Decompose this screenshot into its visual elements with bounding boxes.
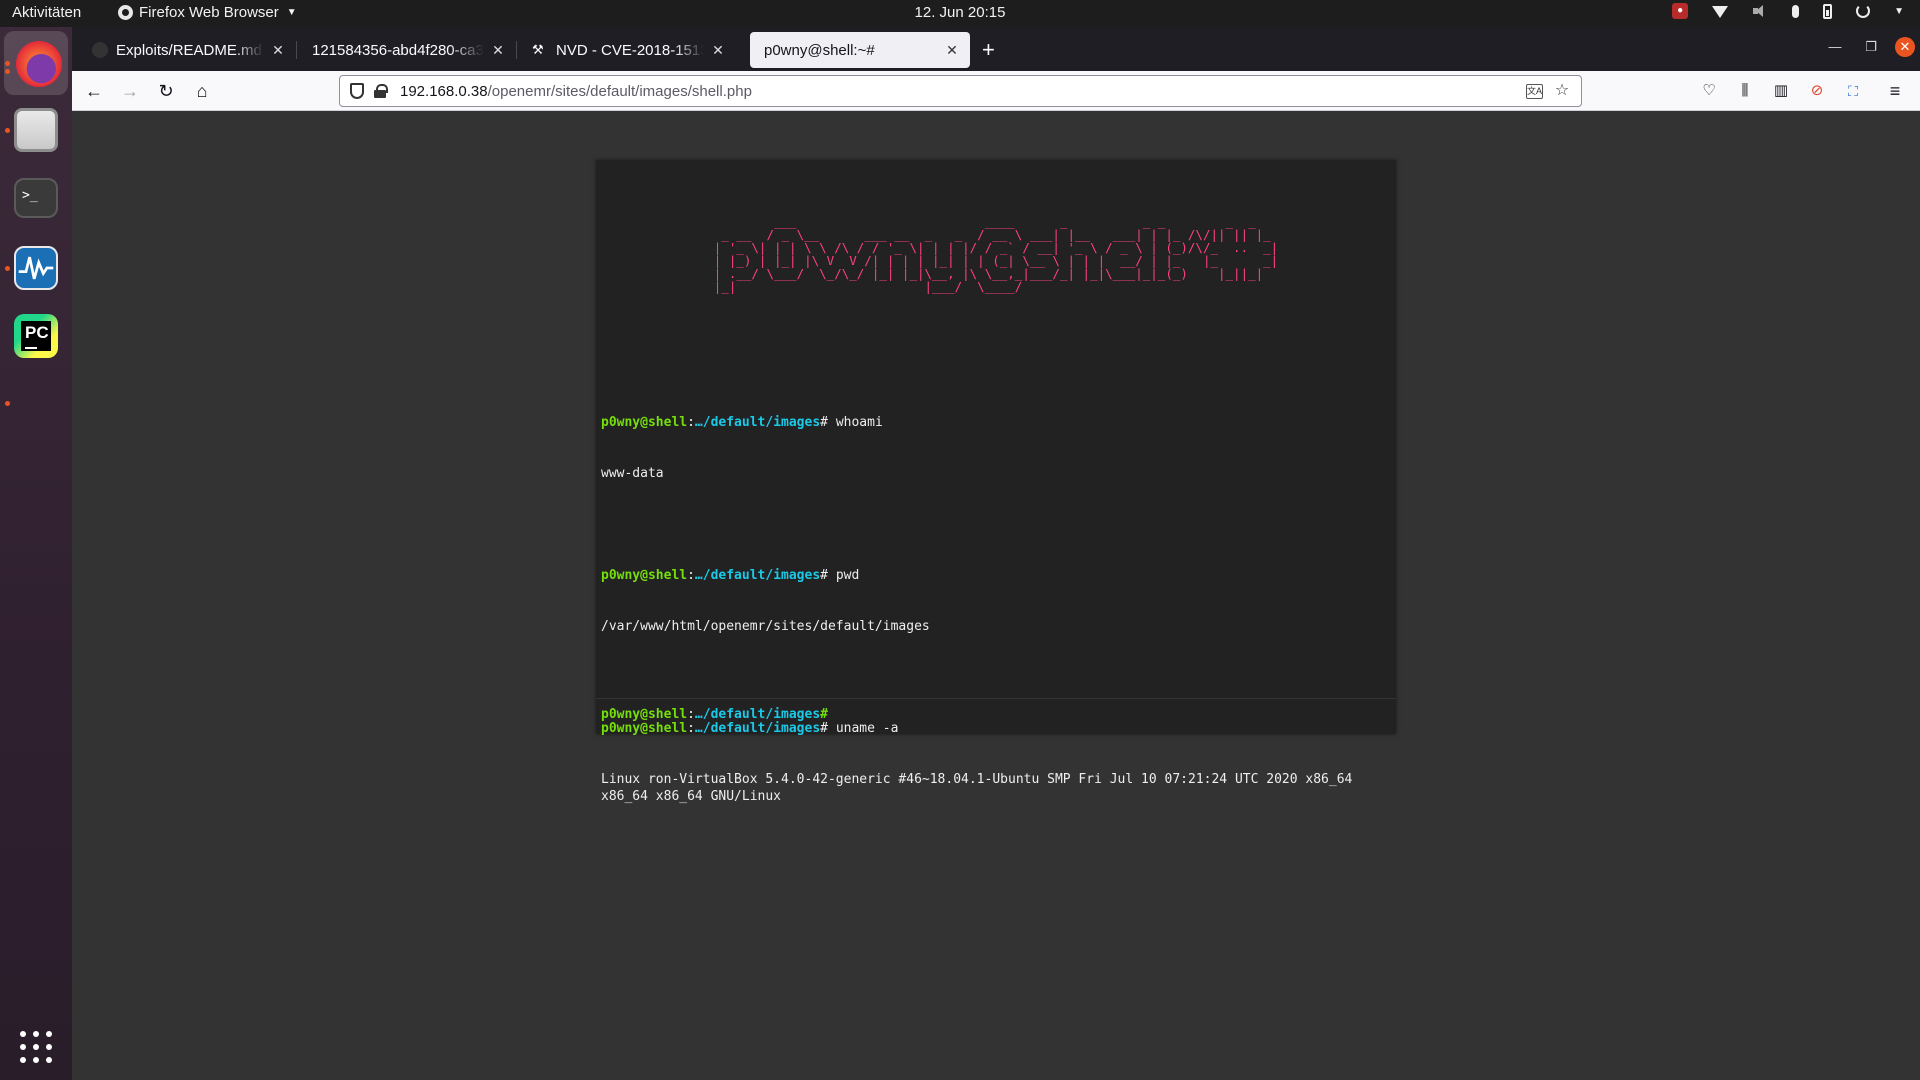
pycharm-icon: PC — [21, 321, 51, 351]
bookmark-star-icon[interactable]: ☆ — [1553, 82, 1571, 100]
translate-extension-icon[interactable]: ⛶ — [1841, 79, 1865, 103]
show-applications-icon[interactable] — [20, 1031, 52, 1063]
firefox-icon — [16, 41, 62, 87]
screen-recorder-icon[interactable]: ● — [1672, 3, 1689, 19]
running-indicator — [5, 61, 10, 66]
dock-pycharm[interactable]: PC — [14, 314, 58, 358]
wifi-icon[interactable] — [1712, 6, 1729, 18]
dock-terminal[interactable]: >_ — [14, 178, 58, 218]
dock: >_ PC — [0, 27, 72, 1080]
activity-graph-icon — [18, 256, 54, 280]
minimize-icon[interactable]: — — [1825, 37, 1845, 57]
prompt-user: p0wny@shell — [601, 707, 688, 722]
prompt-user: p0wny@shell — [601, 415, 688, 430]
activities-button[interactable]: Aktivitäten — [12, 4, 81, 21]
shell-command-line: p0wny@shell:…/default/images# whoami — [601, 415, 883, 430]
shell-command-line: p0wny@shell:…/default/images# pwd — [601, 568, 860, 583]
tab-title: Exploits/README.md at master — [116, 41, 264, 59]
shell-banner: ___ ____ _ _ _ _ _ _ __ / _ \__ ___ __ _… — [713, 214, 1279, 294]
microphone-icon[interactable] — [1792, 4, 1800, 18]
insecure-lock-icon[interactable] — [374, 84, 388, 98]
navigation-toolbar: ← → ↻ ⌂ 192.168.0.38/openemr/sites/defau… — [72, 71, 1920, 111]
shell-input-row: p0wny@shell:…/default/images# — [596, 698, 1396, 734]
prompt-hash: # — [820, 415, 828, 430]
library-icon[interactable]: ⫼ — [1733, 79, 1757, 103]
prompt-cwd: …/default/images — [694, 415, 821, 430]
close-tab-icon[interactable]: ✕ — [944, 42, 960, 59]
command: pwd — [835, 568, 860, 583]
prompt-cwd: …/default/images — [694, 707, 821, 722]
gnome-top-bar: Aktivitäten Firefox Web Browser ▼ 12. Ju… — [0, 0, 1920, 27]
dock-firefox[interactable] — [4, 31, 68, 95]
prompt-user: p0wny@shell — [601, 568, 688, 583]
power-icon[interactable] — [1856, 4, 1871, 18]
running-indicator — [5, 401, 10, 406]
chevron-down-icon: ▼ — [286, 7, 297, 18]
tab-title: NVD - CVE-2018-15139 — [556, 41, 704, 59]
close-tab-icon[interactable]: ✕ — [490, 42, 506, 59]
shell-command-input[interactable] — [835, 707, 1236, 722]
sidebar-icon[interactable]: ▥ — [1769, 79, 1793, 103]
chevron-down-icon[interactable]: ▼ — [1894, 6, 1904, 17]
command-output: www-data — [601, 466, 664, 481]
tab-title: 121584356-abd4f280-ca31-11eb — [312, 41, 484, 59]
command-output: Linux ron-VirtualBox 5.4.0-42-generic #4… — [601, 772, 1353, 804]
menu-icon[interactable]: ≡ — [1883, 79, 1907, 103]
translate-icon[interactable]: 文A — [1526, 83, 1543, 99]
command: whoami — [835, 415, 883, 430]
firefox-icon — [118, 5, 133, 20]
running-indicator — [5, 69, 10, 74]
volume-icon[interactable] — [1752, 3, 1768, 19]
tab-strip: Exploits/README.md at master ✕ 121584356… — [72, 27, 1920, 71]
dock-files[interactable] — [14, 108, 58, 152]
tab-title: p0wny@shell:~# — [764, 41, 875, 59]
back-icon[interactable]: ← — [82, 79, 106, 103]
close-tab-icon[interactable]: ✕ — [710, 42, 726, 59]
system-tray[interactable]: ● ▼ — [1672, 3, 1904, 19]
page-content: ___ ____ _ _ _ _ _ _ __ / _ \__ ___ __ _… — [72, 111, 1920, 1080]
shell-output: p0wny@shell:…/default/images# whoami www… — [601, 380, 1391, 839]
url-text[interactable]: 192.168.0.38/openemr/sites/default/image… — [400, 83, 1526, 100]
app-menu[interactable]: Firefox Web Browser ▼ — [118, 4, 297, 21]
url-bar[interactable]: 192.168.0.38/openemr/sites/default/image… — [339, 75, 1582, 107]
restore-icon[interactable]: ❐ — [1861, 37, 1881, 57]
window-close-icon[interactable]: ✕ — [1895, 37, 1915, 57]
extension-icon[interactable]: ⊘ — [1805, 79, 1829, 103]
tab-exploits-readme[interactable]: Exploits/README.md at master ✕ — [78, 32, 297, 68]
battery-icon[interactable] — [1823, 3, 1833, 19]
app-menu-label: Firefox Web Browser — [139, 4, 279, 21]
tab-image[interactable]: 121584356-abd4f280-ca31-11eb ✕ — [298, 32, 517, 68]
p0wny-shell: ___ ____ _ _ _ _ _ _ __ / _ \__ ___ __ _… — [596, 160, 1396, 804]
prompt-hash: # — [820, 707, 828, 722]
tracking-protection-icon[interactable] — [350, 83, 364, 99]
command-output: /var/www/html/openemr/sites/default/imag… — [601, 619, 930, 634]
reload-icon[interactable]: ↻ — [154, 79, 178, 103]
home-icon[interactable]: ⌂ — [190, 79, 214, 103]
nvd-icon: ⚒ — [532, 42, 544, 57]
close-tab-icon[interactable]: ✕ — [270, 42, 286, 59]
pycharm-label: PC — [25, 323, 49, 342]
prompt-cwd: …/default/images — [694, 568, 821, 583]
new-tab-icon[interactable]: + — [982, 39, 995, 61]
url-path: /openemr/sites/default/images/shell.php — [487, 82, 752, 100]
running-indicator — [5, 266, 10, 271]
firefox-window: Exploits/README.md at master ✕ 121584356… — [72, 27, 1920, 1080]
pocket-icon[interactable]: ♡ — [1697, 79, 1721, 103]
tab-nvd[interactable]: ⚒ NVD - CVE-2018-15139 ✕ — [518, 32, 736, 68]
prompt-hash: # — [820, 568, 828, 583]
url-host: 192.168.0.38 — [400, 82, 488, 100]
forward-icon[interactable]: → — [118, 79, 142, 103]
tab-p0wny-shell[interactable]: p0wny@shell:~# ✕ — [750, 32, 970, 68]
dock-system-monitor[interactable] — [14, 246, 58, 290]
github-icon — [92, 42, 108, 58]
running-indicator — [5, 128, 10, 133]
